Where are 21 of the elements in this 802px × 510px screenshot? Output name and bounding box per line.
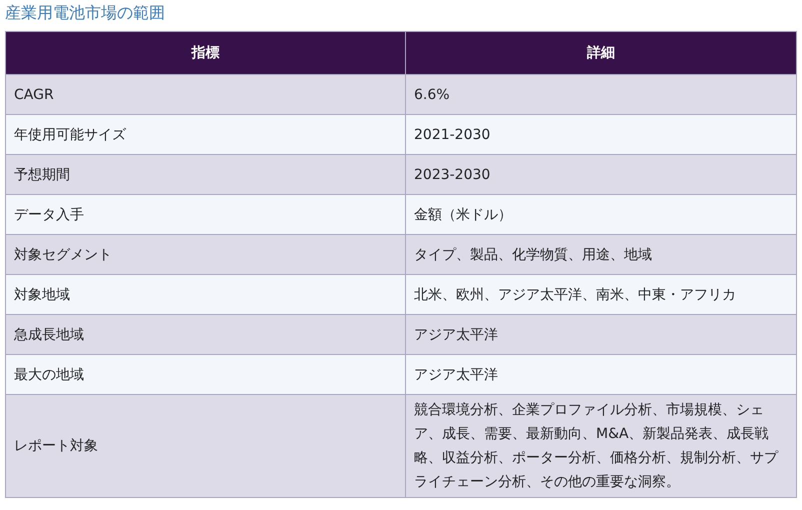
table-cell: レポート対象 (6, 394, 406, 498)
table-cell: 対象地域 (6, 274, 406, 314)
table-cell: 6.6% (406, 74, 796, 114)
table-cell: 2023-2030 (406, 154, 796, 194)
table-cell: CAGR (6, 74, 406, 114)
table-cell: 最大の地域 (6, 354, 406, 394)
table-cell: アジア太平洋 (406, 354, 796, 394)
table-cell: データ入手 (6, 194, 406, 234)
table-cell: 北米、欧州、アジア太平洋、南米、中東・アフリカ (406, 274, 796, 314)
section-title: 産業用電池市場の範囲 (5, 2, 166, 24)
column-header: 指標 (6, 32, 406, 74)
table-cell: アジア太平洋 (406, 314, 796, 354)
table-cell: 対象セグメント (6, 234, 406, 274)
table-cell: 金額（米ドル） (406, 194, 796, 234)
table-cell: 2021-2030 (406, 114, 796, 154)
table-cell: 年使用可能サイズ (6, 114, 406, 154)
table-cell: 急成長地域 (6, 314, 406, 354)
column-header: 詳細 (406, 32, 796, 74)
table-cell: 予想期間 (6, 154, 406, 194)
table-cell: タイプ、製品、化学物質、用途、地域 (406, 234, 796, 274)
table-cell: 競合環境分析、企業プロファイル分析、市場規模、シェア、成長、需要、最新動向、M&A、新製品発表、成長戦略、収益分析、ポーター分析、価格分析、規制分析、サプライチェーン分析、その他の重要な洞察。 (406, 394, 796, 498)
